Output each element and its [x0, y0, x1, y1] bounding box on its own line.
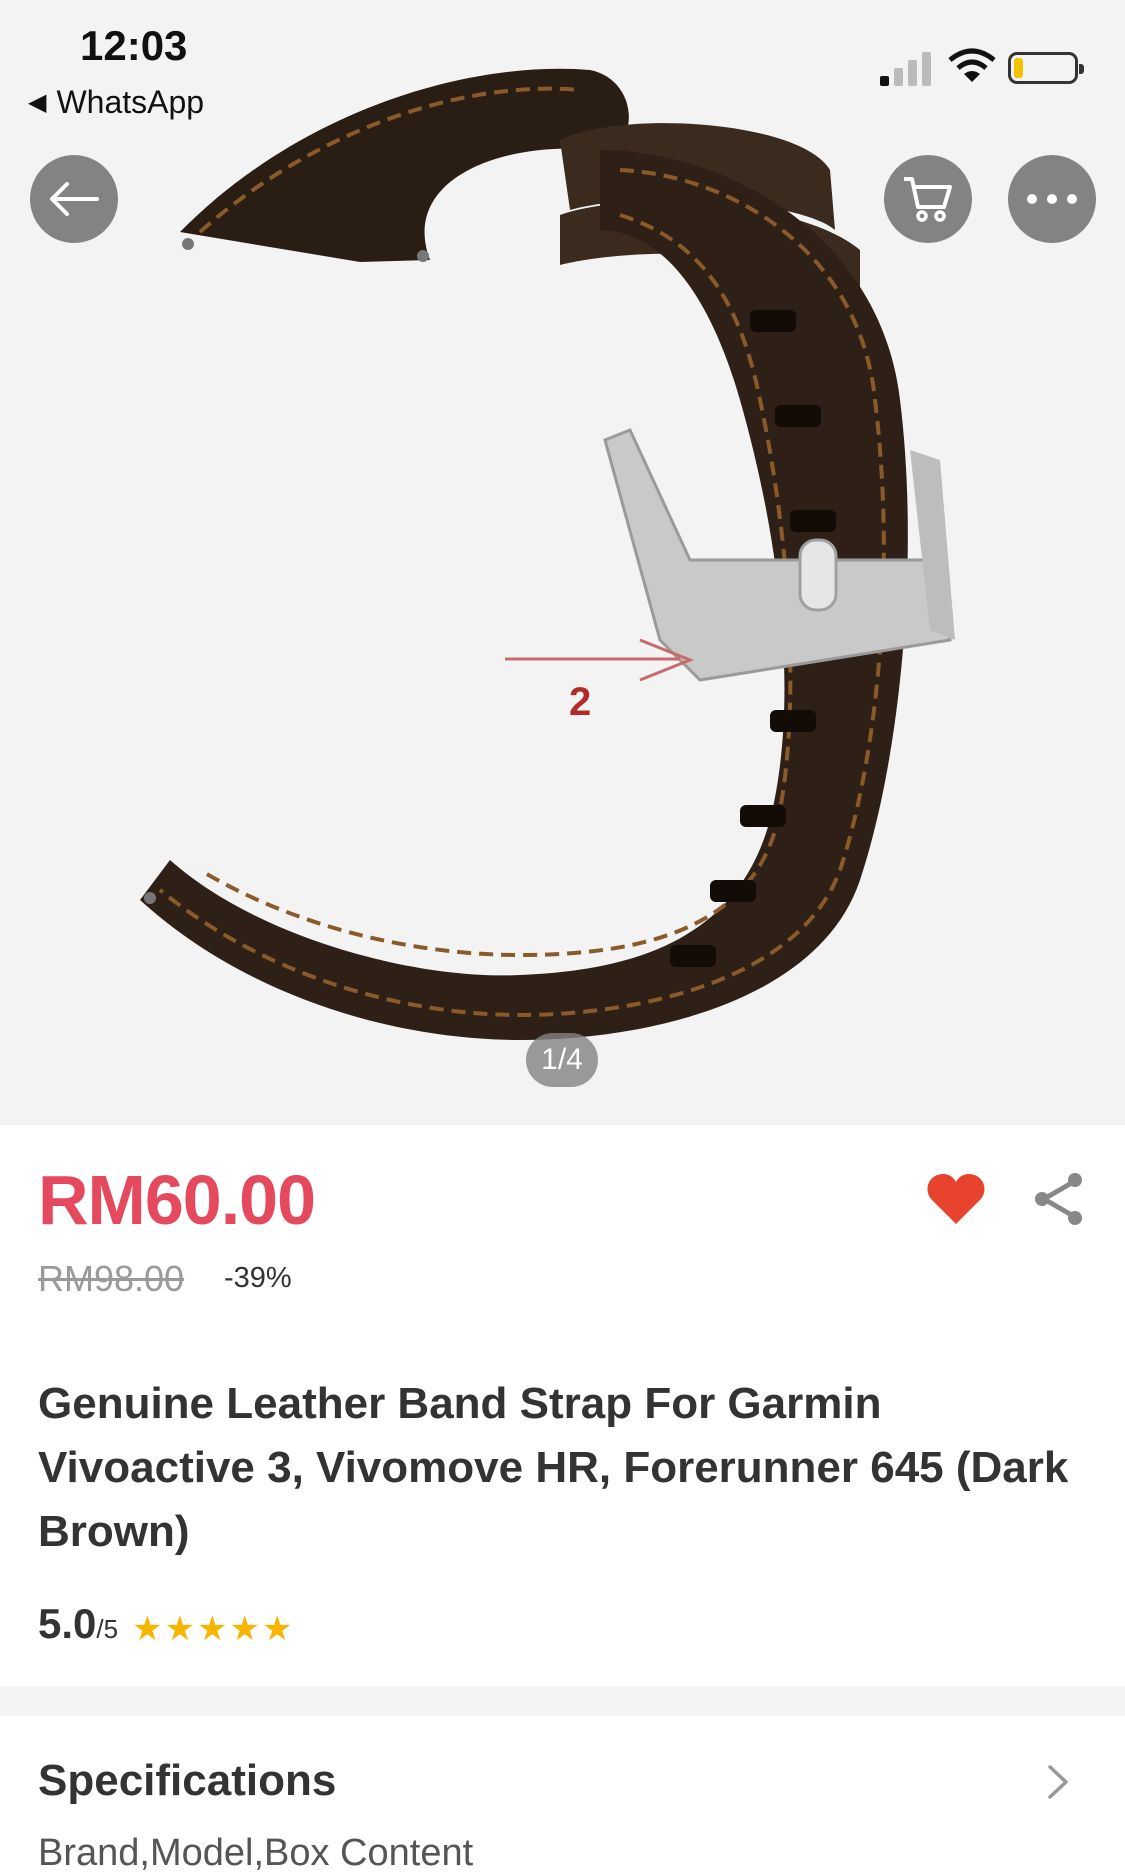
more-options-button[interactable] — [1008, 155, 1096, 243]
discount-badge: -39% — [224, 1262, 292, 1294]
back-app-label: WhatsApp — [56, 84, 205, 120]
star-icon: ★ — [197, 1610, 228, 1648]
rating-max: /5 — [96, 1614, 119, 1644]
share-icon[interactable] — [1030, 1170, 1088, 1228]
rating-stars: ★ ★ ★ ★ ★ — [132, 1612, 292, 1646]
star-icon: ★ — [229, 1610, 261, 1648]
more-dots-icon — [1027, 194, 1077, 204]
star-icon: ★ — [164, 1610, 196, 1648]
specifications-title[interactable]: Specifications — [38, 1756, 336, 1806]
back-button[interactable] — [30, 155, 118, 243]
cart-button[interactable] — [884, 155, 972, 243]
product-title: Genuine Leather Band Strap For Garmin Vi… — [38, 1379, 1069, 1556]
image-annotation-number: 2 — [569, 680, 591, 724]
section-divider — [0, 1686, 1125, 1716]
star-icon: ★ — [132, 1610, 163, 1648]
product-rating[interactable]: 5.0 /5 ★ ★ ★ ★ ★ — [38, 1600, 293, 1648]
back-triangle-icon: ◀ — [28, 89, 47, 116]
original-price: RM98.00 — [38, 1258, 185, 1299]
status-time: 12:03 — [80, 22, 188, 69]
product-image-gallery[interactable]: 2 12:03 ◀ WhatsApp 1/4 — [0, 0, 1125, 1125]
current-price: RM60.00 — [38, 1161, 316, 1239]
star-icon: ★ — [262, 1610, 293, 1648]
battery-icon — [1008, 52, 1084, 84]
rating-score: 5.0 — [38, 1600, 97, 1647]
arrow-left-icon — [50, 182, 99, 216]
chevron-right-icon[interactable] — [1046, 1764, 1070, 1800]
cellular-signal-icon — [880, 52, 931, 86]
back-to-app-link[interactable]: ◀ WhatsApp — [28, 84, 204, 121]
cart-icon — [904, 177, 952, 222]
heart-icon[interactable] — [926, 1172, 986, 1226]
specifications-summary: Brand,Model,Box Content — [38, 1832, 474, 1874]
wifi-icon — [948, 48, 996, 82]
image-counter: 1/4 — [526, 1033, 598, 1087]
